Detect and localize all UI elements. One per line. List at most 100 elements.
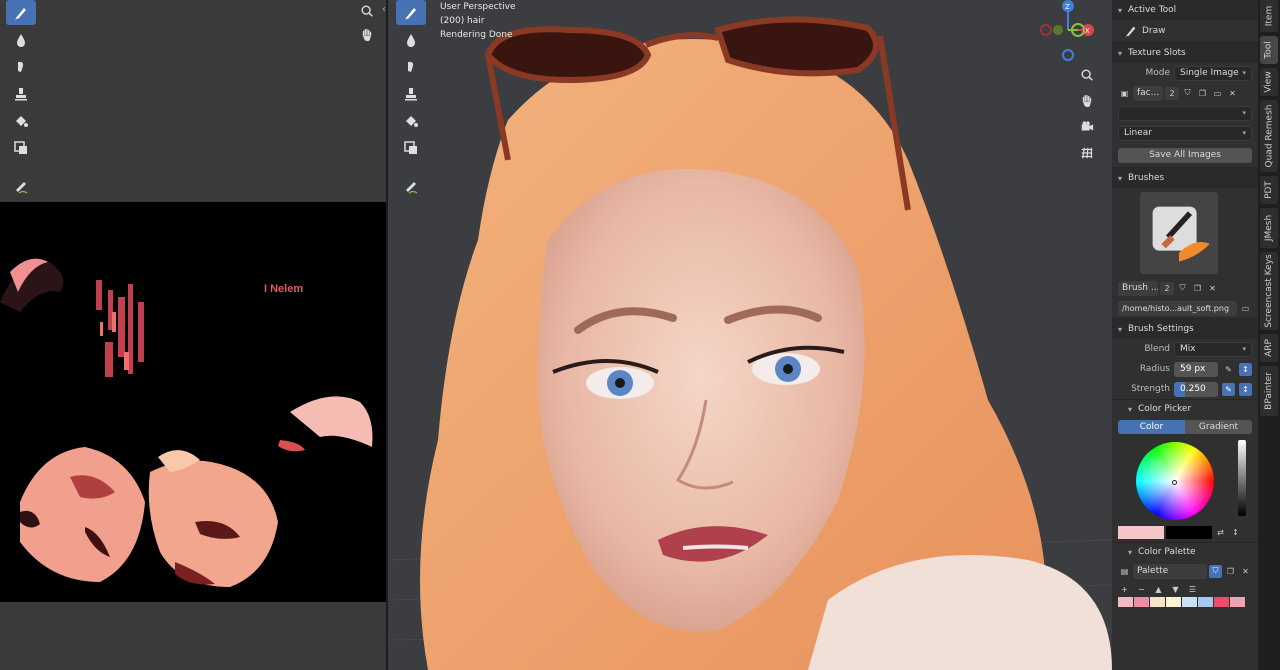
soften-tool-button[interactable] (6, 27, 36, 52)
remove-color-icon[interactable]: − (1135, 583, 1148, 596)
annotate-tool-button[interactable] (396, 174, 426, 199)
image-name-field[interactable]: fac... (1133, 85, 1163, 101)
zoom-icon[interactable] (1078, 66, 1096, 84)
primary-color-swatch[interactable] (1118, 525, 1164, 539)
tab-gradient[interactable]: Gradient (1185, 420, 1252, 434)
secondary-color-swatch[interactable] (1166, 525, 1212, 539)
image-icon[interactable]: ▣ (1118, 87, 1131, 100)
brush-name-field[interactable]: Brush ... (1118, 280, 1158, 296)
brush-settings-header[interactable]: ▾ Brush Settings (1112, 319, 1258, 339)
palette-swatch[interactable] (1182, 597, 1197, 607)
palette-swatch[interactable] (1150, 597, 1165, 607)
tab-jmesh[interactable]: JMesh (1260, 208, 1278, 248)
clone-tool-button[interactable] (6, 81, 36, 106)
hand-icon[interactable] (358, 26, 376, 44)
palette-icon[interactable]: ▤ (1118, 565, 1131, 578)
texture-island-painting: I Nelem (0, 202, 386, 602)
fill-tool-button[interactable] (396, 108, 426, 133)
palette-swatch[interactable] (1198, 597, 1213, 607)
mask-tool-button[interactable] (6, 135, 36, 160)
palette-swatch[interactable] (1166, 597, 1181, 607)
pressure-icon[interactable]: ↕ (1229, 526, 1242, 539)
close-icon[interactable]: ✕ (1226, 87, 1239, 100)
neg-y-axis-icon[interactable] (1053, 25, 1063, 35)
blend-dropdown[interactable]: Mix ▾ (1174, 341, 1252, 357)
zoom-icon[interactable] (358, 2, 376, 20)
active-tool-title: Active Tool (1128, 5, 1177, 15)
tab-arp[interactable]: ARP (1260, 334, 1278, 362)
brush-settings-section: ▾ Brush Settings Blend Mix ▾ Radius 59 p… (1112, 319, 1258, 400)
navigation-gizmo[interactable]: Z X (1038, 0, 1098, 64)
hand-icon[interactable] (1078, 92, 1096, 110)
texture-slots-header[interactable]: ▾ Texture Slots (1112, 43, 1258, 63)
pen-pressure-icon[interactable]: ✎ (1222, 382, 1235, 396)
add-color-icon[interactable]: + (1118, 583, 1131, 596)
blend-row: Blend Mix ▾ (1112, 339, 1258, 359)
brush-texture-path[interactable]: /home/histo...ault_soft.png (1118, 300, 1237, 316)
tab-view[interactable]: View (1260, 68, 1278, 96)
neg-x-axis-icon[interactable] (1040, 24, 1052, 36)
shield-icon[interactable]: ⛉ (1209, 564, 1222, 578)
interpolation-dropdown[interactable]: Linear ▾ (1118, 125, 1252, 141)
collapse-arrow-icon[interactable]: ‹ (382, 4, 386, 15)
palette-swatch[interactable] (1134, 597, 1149, 607)
strength-pressure-icon[interactable]: ↕ (1239, 382, 1252, 396)
active-tool-header[interactable]: ▾ Active Tool (1112, 0, 1258, 20)
strength-slider[interactable]: 0.250 (1174, 381, 1218, 397)
move-up-icon[interactable]: ▲ (1152, 583, 1165, 596)
color-palette-header[interactable]: ▾ Color Palette (1112, 543, 1258, 561)
value-slider[interactable] (1238, 440, 1246, 516)
radius-field[interactable]: 59 px (1174, 361, 1218, 377)
mask-tool-button[interactable] (396, 135, 426, 160)
color-wheel-cursor[interactable] (1172, 480, 1177, 485)
brushes-header[interactable]: ▾ Brushes (1112, 168, 1258, 188)
palette-swatch[interactable] (1214, 597, 1229, 607)
tab-screencast-keys[interactable]: Screencast Keys (1260, 252, 1278, 330)
tab-quad-remesh[interactable]: Quad Remesh (1260, 100, 1278, 172)
tab-bpainter[interactable]: BPainter (1260, 366, 1278, 416)
image-users-count[interactable]: 2 (1165, 86, 1179, 100)
shield-icon[interactable]: ⛉ (1176, 282, 1189, 295)
draw-tool-button[interactable] (396, 0, 426, 25)
clone-tool-button[interactable] (396, 81, 426, 106)
duplicate-icon[interactable]: ❐ (1224, 565, 1237, 578)
smear-tool-button[interactable] (6, 54, 36, 79)
move-down-icon[interactable]: ▼ (1169, 583, 1182, 596)
tab-pdt[interactable]: PDT (1260, 176, 1278, 204)
size-pressure-icon[interactable]: ↕ (1239, 362, 1252, 376)
palette-name-field[interactable]: Palette (1133, 563, 1207, 579)
duplicate-icon[interactable]: ❐ (1196, 87, 1209, 100)
color-picker-header[interactable]: ▾ Color Picker (1112, 400, 1258, 418)
texture-image-canvas[interactable]: I Nelem (0, 202, 386, 602)
folder-icon[interactable]: ▭ (1211, 87, 1224, 100)
duplicate-icon[interactable]: ❐ (1191, 282, 1204, 295)
3d-viewport[interactable]: User Perspective (200) hair Rendering Do… (388, 0, 1112, 670)
pen-pressure-icon[interactable]: ✎ (1222, 363, 1235, 376)
uv-map-dropdown[interactable]: ▾ (1118, 105, 1252, 121)
camera-icon[interactable] (1078, 118, 1096, 136)
tab-item[interactable]: Item (1260, 0, 1278, 32)
smear-tool-button[interactable] (396, 54, 426, 79)
palette-swatch[interactable] (1230, 597, 1245, 607)
radius-value: 59 px (1180, 364, 1206, 374)
active-tool-row[interactable]: Draw (1112, 20, 1258, 42)
soften-tool-button[interactable] (396, 27, 426, 52)
neg-z-axis-icon[interactable] (1062, 49, 1074, 61)
grid-icon[interactable] (1078, 144, 1096, 162)
annotate-tool-button[interactable] (6, 174, 36, 199)
fill-tool-button[interactable] (6, 108, 36, 133)
close-icon[interactable]: ✕ (1206, 282, 1219, 295)
brush-users-count[interactable]: 2 (1160, 281, 1174, 295)
mode-dropdown[interactable]: Single Image ▾ (1174, 65, 1252, 81)
close-icon[interactable]: ✕ (1239, 565, 1252, 578)
palette-swatch[interactable] (1118, 597, 1133, 607)
save-all-images-button[interactable]: Save All Images (1118, 147, 1252, 163)
sort-icon[interactable]: ☰ (1186, 583, 1199, 596)
shield-icon[interactable]: ⛉ (1181, 87, 1194, 100)
tab-tool[interactable]: Tool (1260, 36, 1278, 64)
swap-icon[interactable]: ⇄ (1214, 526, 1227, 539)
folder-icon[interactable]: ▭ (1239, 302, 1252, 315)
draw-tool-button[interactable] (6, 0, 36, 25)
tab-color[interactable]: Color (1118, 420, 1185, 434)
brush-preview[interactable] (1140, 192, 1218, 274)
